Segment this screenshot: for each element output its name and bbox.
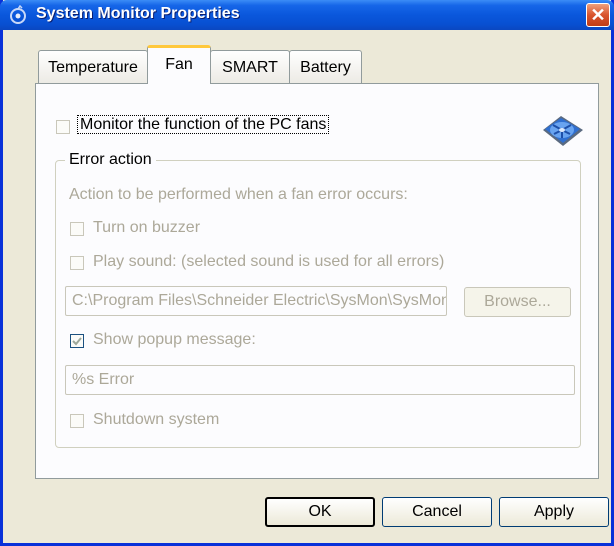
shutdown-checkbox[interactable] xyxy=(70,414,84,428)
cancel-button[interactable]: Cancel xyxy=(382,497,492,527)
show-popup-checkbox[interactable] xyxy=(70,334,84,348)
shutdown-label[interactable]: Shutdown system xyxy=(93,411,219,429)
buzzer-label[interactable]: Turn on buzzer xyxy=(93,219,200,237)
properties-window: System Monitor Properties ✕ Temperature … xyxy=(0,0,614,546)
checkmark-icon xyxy=(72,337,82,346)
error-action-legend: Error action xyxy=(65,151,156,169)
play-sound-checkbox[interactable] xyxy=(70,256,84,270)
sound-path-input[interactable]: C:\Program Files\Schneider Electric\SysM… xyxy=(65,286,447,316)
popup-message-input[interactable]: %s Error xyxy=(65,365,575,395)
ok-button[interactable]: OK xyxy=(265,497,375,527)
show-popup-label[interactable]: Show popup message: xyxy=(93,331,256,349)
error-action-description: Action to be performed when a fan error … xyxy=(69,186,408,203)
play-sound-label[interactable]: Play sound: (selected sound is used for … xyxy=(93,253,444,271)
buzzer-checkbox[interactable] xyxy=(70,222,84,236)
monitor-fans-checkbox[interactable] xyxy=(56,120,70,134)
browse-button[interactable]: Browse... xyxy=(464,287,571,317)
fan-icon xyxy=(543,116,583,146)
panel-content: Monitor the function of the PC fans Erro… xyxy=(3,0,614,546)
monitor-fans-label[interactable]: Monitor the function of the PC fans xyxy=(77,115,330,134)
apply-button[interactable]: Apply xyxy=(499,497,609,527)
